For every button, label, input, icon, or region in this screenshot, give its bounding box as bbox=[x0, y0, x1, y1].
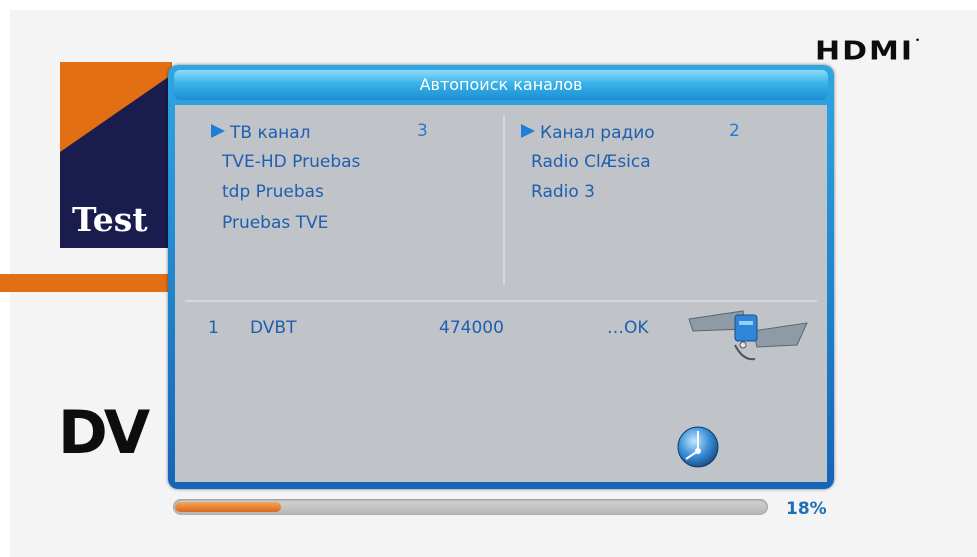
dialog-title: Автопоиск каналов bbox=[174, 70, 828, 100]
brand-logo-box: Test bbox=[60, 62, 172, 248]
radio-channel-header: Канал радио bbox=[540, 123, 655, 143]
arrow-right-icon bbox=[211, 124, 225, 138]
radio-channel-count: 2 bbox=[729, 121, 740, 141]
scan-frequency: 474000 bbox=[439, 318, 504, 338]
dialog-body: ТВ канал 3 TVE-HD Pruebas tdp Pruebas Pr… bbox=[175, 105, 827, 482]
progress-bar-fill bbox=[175, 502, 281, 512]
tv-channel-header: ТВ канал bbox=[230, 123, 311, 143]
scan-index: 1 bbox=[208, 318, 219, 338]
brand-logo-text: Test bbox=[72, 200, 148, 239]
channel-search-dialog: Автопоиск каналов ТВ канал 3 TVE-HD Prue… bbox=[168, 65, 834, 489]
dvb-logo: DV bbox=[58, 398, 150, 468]
tv-channel-count: 3 bbox=[417, 121, 428, 141]
radio-channel-item[interactable]: Radio ClÆsica bbox=[531, 152, 651, 172]
radio-channel-item[interactable]: Radio 3 bbox=[531, 182, 595, 202]
globe-icon bbox=[677, 426, 719, 468]
brand-orange-triangle bbox=[60, 62, 172, 152]
progress-bar bbox=[173, 499, 768, 515]
tv-channel-item[interactable]: TVE-HD Pruebas bbox=[222, 152, 360, 172]
scan-status: …OK bbox=[607, 318, 649, 338]
column-divider bbox=[503, 115, 505, 285]
progress-percent: 18% bbox=[786, 499, 827, 519]
orange-band bbox=[0, 274, 180, 292]
tv-channel-item[interactable]: Pruebas TVE bbox=[222, 213, 328, 233]
tv-channel-item[interactable]: tdp Pruebas bbox=[222, 182, 324, 202]
hdmi-logo: HDMI• bbox=[815, 36, 923, 67]
satellite-icon bbox=[688, 310, 808, 361]
arrow-right-icon bbox=[521, 124, 535, 138]
top-strip bbox=[0, 0, 977, 10]
scan-type: DVBT bbox=[250, 318, 297, 338]
